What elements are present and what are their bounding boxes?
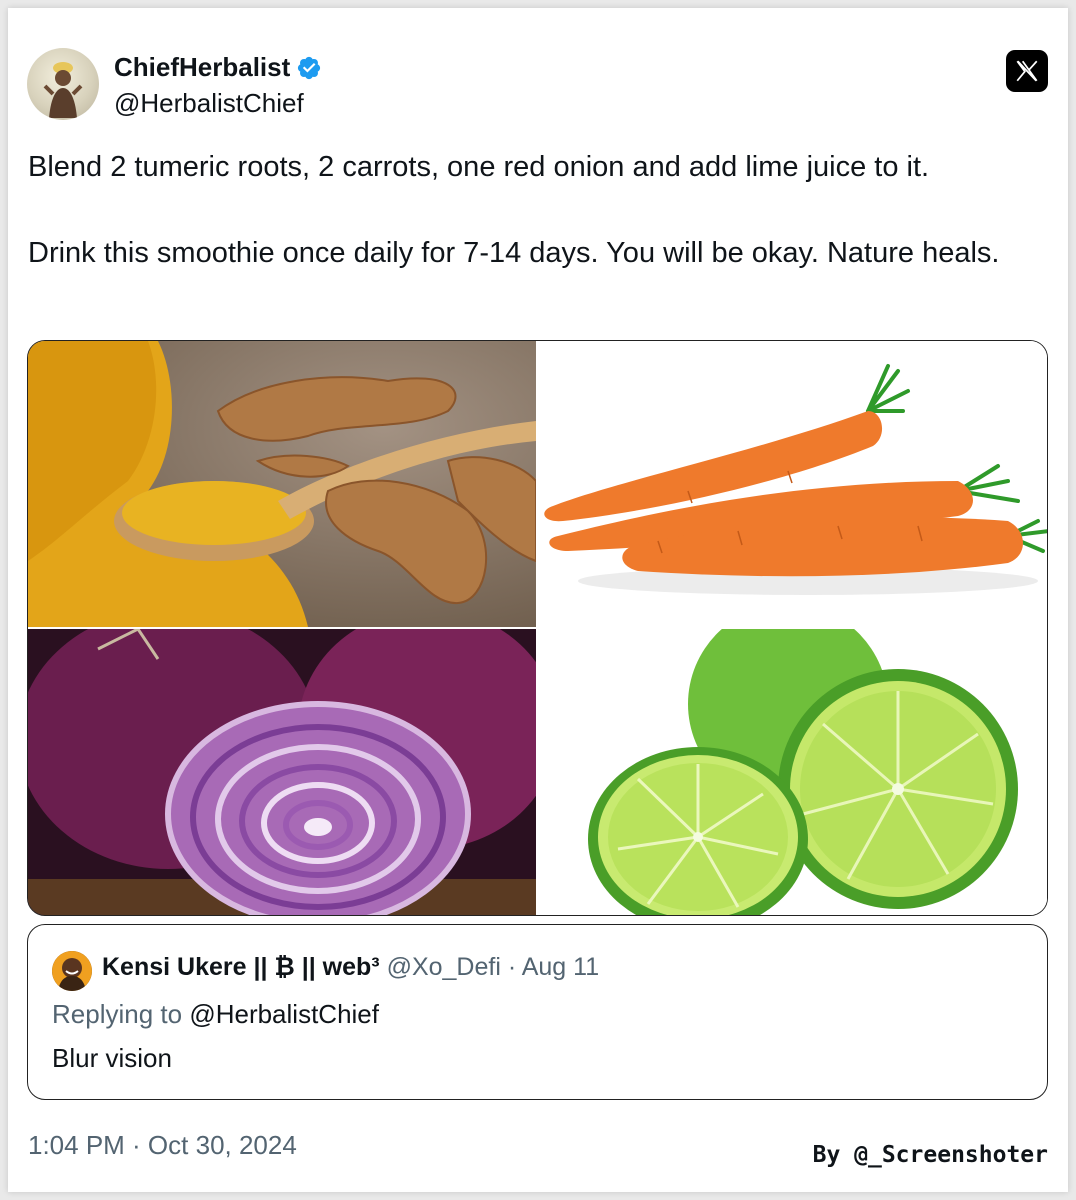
tweet-text: Blend 2 tumeric roots, 2 carrots, one re… [28, 146, 1038, 275]
quote-author-name[interactable]: Kensi Ukere || ₿ || web³ [102, 953, 380, 981]
reply-mention[interactable]: @HerbalistChief [189, 999, 379, 1029]
limes-image[interactable] [538, 629, 1047, 915]
carrots-image[interactable] [538, 341, 1047, 627]
media-grid[interactable] [27, 340, 1048, 916]
author-handle[interactable]: @HerbalistChief [114, 88, 304, 119]
quoted-tweet[interactable]: Kensi Ukere || ₿ || web³ @Xo_Defi · Aug … [27, 924, 1048, 1100]
screenshot-credit: By @_Screenshoter [812, 1142, 1048, 1168]
tweet-paragraph: Drink this smoothie once daily for 7-14 … [28, 237, 1000, 269]
quote-body: Blur vision [52, 1043, 172, 1073]
tweet-timestamp[interactable]: 1:04 PM · Oct 30, 2024 [28, 1130, 297, 1161]
quote-meta: @Xo_Defi · Aug 11 [386, 953, 600, 981]
x-logo-icon[interactable] [1006, 50, 1048, 92]
verified-badge-icon [298, 56, 321, 79]
quote-header: Kensi Ukere || ₿ || web³ @Xo_Defi · Aug … [102, 953, 599, 982]
tweet-paragraph: Blend 2 tumeric roots, 2 carrots, one re… [28, 151, 930, 183]
author-avatar[interactable] [27, 48, 99, 120]
reply-prefix: Replying to [52, 999, 183, 1029]
turmeric-image[interactable] [28, 341, 536, 627]
quote-replying-to: Replying to @HerbalistChief [52, 999, 379, 1030]
quote-avatar[interactable] [52, 951, 92, 991]
red-onion-image[interactable] [28, 629, 536, 915]
author-name-row: ChiefHerbalist [114, 52, 322, 83]
author-name[interactable]: ChiefHerbalist [114, 52, 290, 83]
